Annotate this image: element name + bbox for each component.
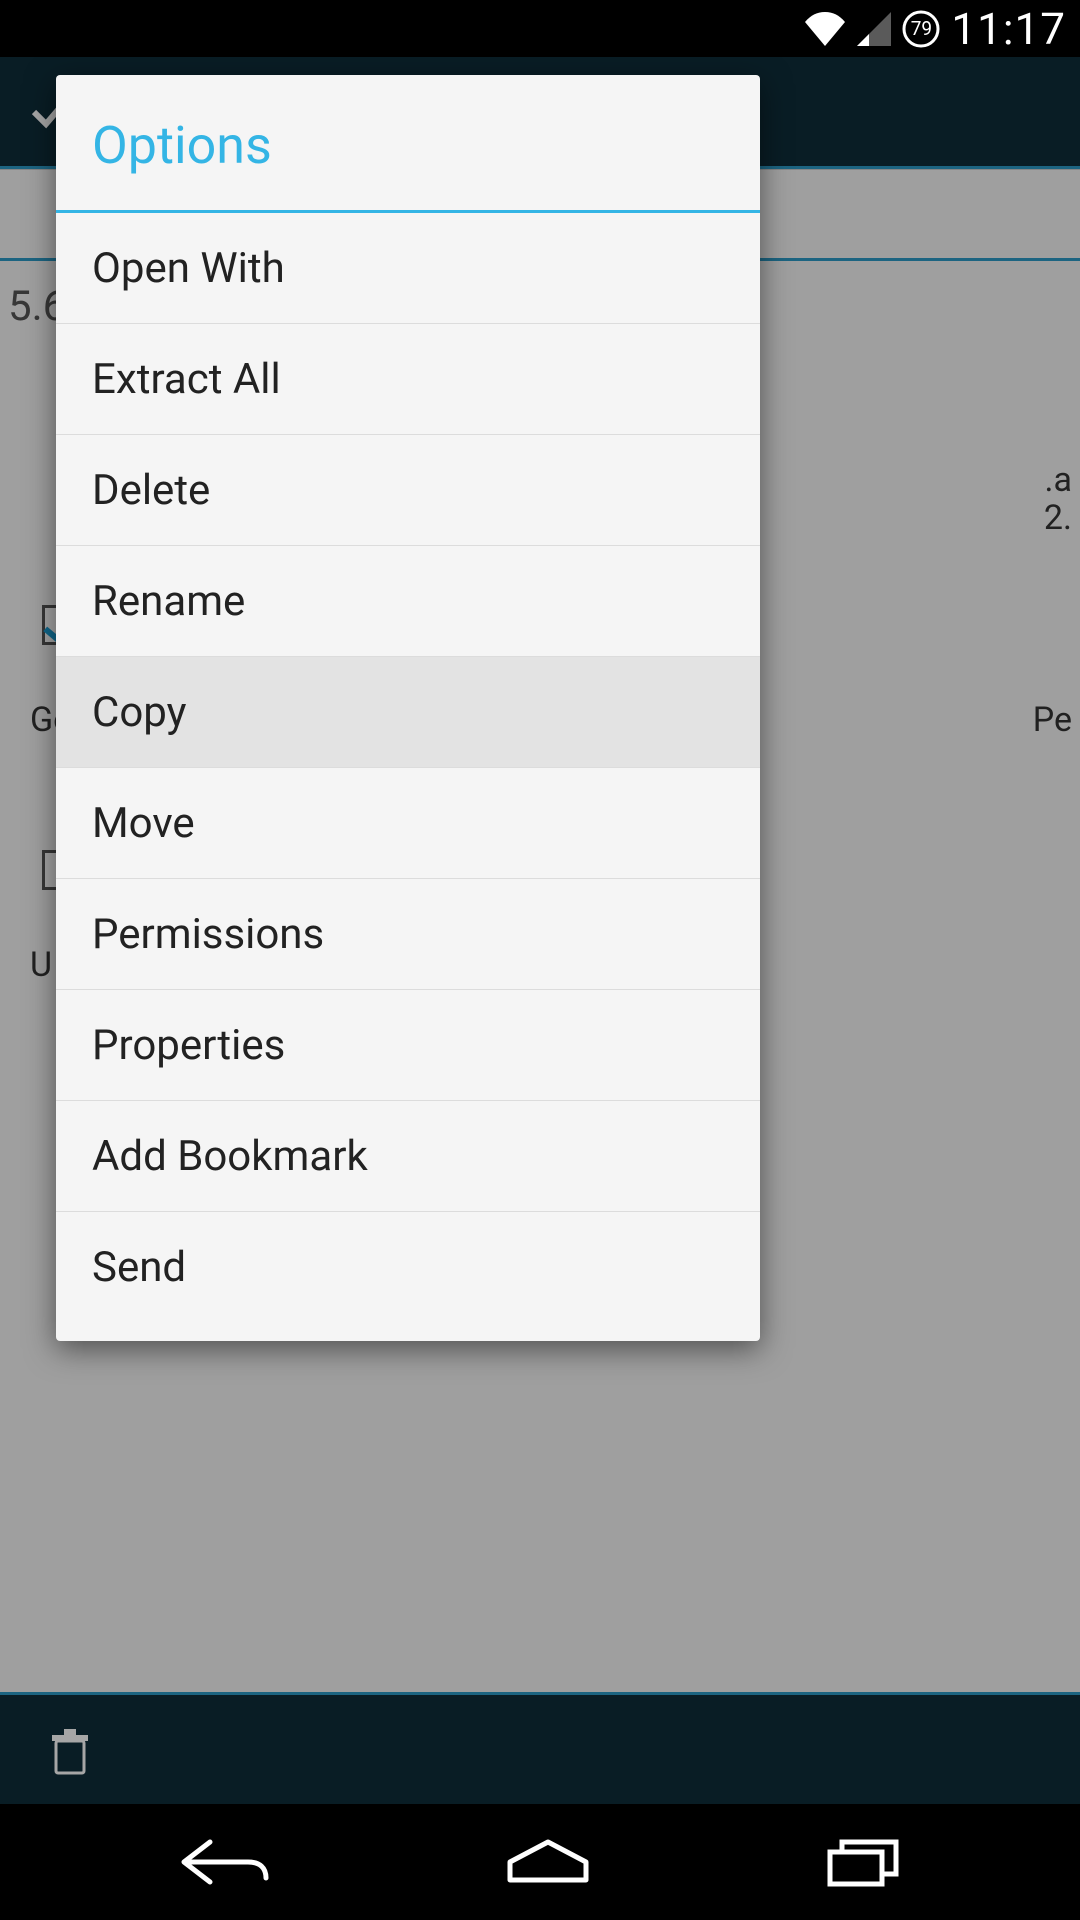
option-label: Move — [92, 799, 195, 848]
option-label: Copy — [92, 688, 187, 737]
battery-circle-icon: 79 — [901, 9, 941, 49]
option-copy[interactable]: Copy — [56, 657, 760, 768]
option-properties[interactable]: Properties — [56, 990, 760, 1101]
option-send[interactable]: Send — [56, 1212, 760, 1323]
dialog-options-list: Open With Extract All Delete Rename Copy… — [56, 213, 760, 1341]
dialog-title: Options — [56, 75, 760, 210]
nav-back-icon[interactable] — [176, 1836, 272, 1888]
option-label: Send — [92, 1243, 186, 1292]
option-delete[interactable]: Delete — [56, 435, 760, 546]
option-label: Rename — [92, 577, 245, 626]
option-rename[interactable]: Rename — [56, 546, 760, 657]
nav-home-icon[interactable] — [504, 1838, 592, 1886]
options-dialog: Options Open With Extract All Delete Ren… — [56, 75, 760, 1341]
cell-signal-icon — [857, 12, 891, 46]
status-clock: 11:17 — [951, 3, 1066, 55]
option-move[interactable]: Move — [56, 768, 760, 879]
option-label: Extract All — [92, 355, 281, 404]
wifi-icon — [803, 12, 847, 46]
option-open-with[interactable]: Open With — [56, 213, 760, 324]
nav-recent-icon[interactable] — [824, 1836, 904, 1888]
battery-percent-text: 79 — [901, 9, 941, 49]
option-add-bookmark[interactable]: Add Bookmark — [56, 1101, 760, 1212]
status-bar: 79 11:17 — [0, 0, 1080, 57]
option-extract-all[interactable]: Extract All — [56, 324, 760, 435]
option-label: Properties — [92, 1021, 285, 1070]
option-permissions[interactable]: Permissions — [56, 879, 760, 990]
option-label: Permissions — [92, 910, 324, 959]
navigation-bar — [0, 1804, 1080, 1920]
option-label: Add Bookmark — [92, 1132, 368, 1181]
option-label: Delete — [92, 466, 210, 515]
option-label: Open With — [92, 244, 285, 293]
